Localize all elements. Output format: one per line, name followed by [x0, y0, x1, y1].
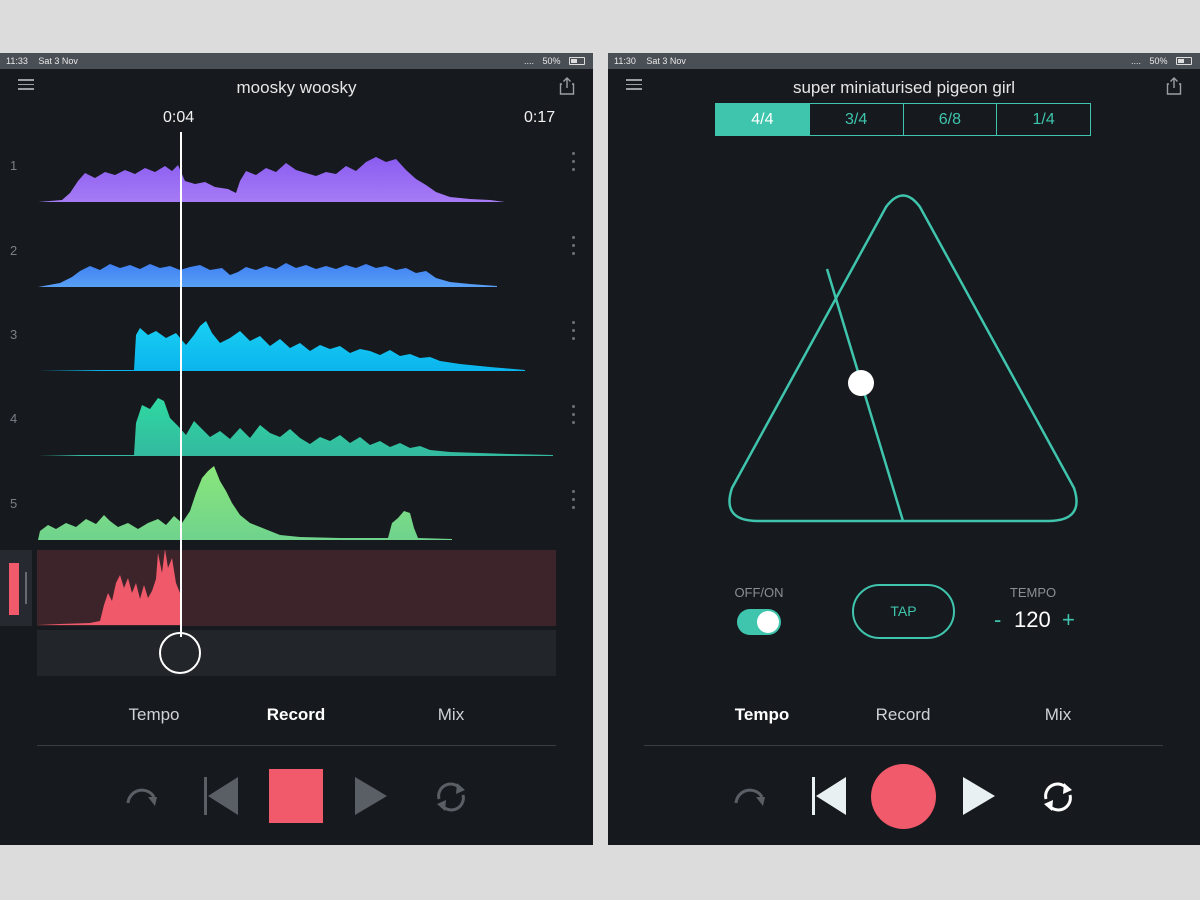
input-level-tab[interactable] — [0, 550, 32, 626]
tab-divider — [37, 745, 556, 746]
time-signature-selector: 4/4 3/4 6/8 1/4 — [715, 103, 1091, 136]
tab-tempo[interactable]: Tempo — [735, 705, 789, 725]
stop-icon[interactable] — [269, 769, 323, 823]
status-time: 11:30 — [614, 56, 636, 66]
track-4-options-icon[interactable] — [572, 405, 576, 429]
undo-icon[interactable] — [730, 777, 770, 817]
play-icon[interactable] — [961, 775, 997, 817]
tab-divider — [644, 745, 1163, 746]
tab-mix[interactable]: Mix — [438, 705, 464, 725]
input-level-meter — [9, 563, 19, 615]
tempo-increase-button[interactable]: + — [1062, 607, 1075, 633]
time-signature-1-4[interactable]: 1/4 — [997, 104, 1090, 135]
tab-mix[interactable]: Mix — [1045, 705, 1071, 725]
record-icon[interactable] — [871, 764, 936, 829]
skip-back-icon[interactable] — [203, 775, 239, 817]
track-1-options-icon[interactable] — [572, 152, 576, 176]
toggle-thumb — [757, 611, 779, 633]
tempo-decrease-button[interactable]: - — [994, 607, 1001, 633]
signal-indicator: .... — [1130, 56, 1141, 66]
track-2-options-icon[interactable] — [572, 236, 576, 260]
status-bar: 11:30 Sat 3 Nov .... 50% — [608, 53, 1200, 69]
playhead-handle[interactable] — [159, 632, 201, 674]
battery-percent: 50% — [1149, 56, 1168, 66]
song-title: super miniaturised pigeon girl — [792, 78, 1016, 97]
playhead — [180, 132, 182, 637]
skip-back-icon[interactable] — [811, 775, 847, 817]
time-signature-4-4[interactable]: 4/4 — [716, 104, 810, 135]
metronome-graphic — [728, 194, 1078, 523]
status-date: Sat 3 Nov — [646, 56, 686, 66]
tab-tempo[interactable]: Tempo — [128, 705, 179, 725]
track-5-waveform[interactable] — [38, 466, 452, 540]
track-4-waveform[interactable] — [38, 398, 553, 456]
metronome-body — [728, 194, 1078, 523]
record-screen: 11:33 Sat 3 Nov .... 50% moosky woosky 0… — [0, 53, 593, 845]
drag-handle-icon — [25, 572, 27, 604]
tab-record[interactable]: Record — [876, 705, 931, 725]
track-5-options-icon[interactable] — [572, 490, 576, 514]
share-icon[interactable] — [1166, 77, 1182, 95]
tempo-label: TEMPO — [1009, 585, 1057, 600]
toggle-label: OFF/ON — [734, 585, 784, 600]
waveform-area — [38, 157, 553, 625]
loop-icon[interactable] — [1038, 777, 1078, 817]
metronome-toggle[interactable] — [737, 609, 781, 635]
tap-button[interactable]: TAP — [852, 584, 955, 639]
tab-record[interactable]: Record — [267, 705, 326, 725]
play-icon[interactable] — [353, 775, 389, 817]
recording-lane — [37, 550, 556, 626]
track-3-options-icon[interactable] — [572, 321, 576, 345]
time-signature-6-8[interactable]: 6/8 — [904, 104, 998, 135]
undo-icon[interactable] — [122, 777, 162, 817]
time-signature-3-4[interactable]: 3/4 — [810, 104, 904, 135]
loop-icon[interactable] — [431, 777, 471, 817]
scrub-lane[interactable] — [37, 630, 556, 676]
battery-icon — [1176, 57, 1192, 65]
mode-tabs: Tempo Record Mix — [0, 705, 593, 729]
track-3-waveform[interactable] — [38, 321, 525, 371]
mode-tabs: Tempo Record Mix — [608, 705, 1200, 729]
tempo-screen: 11:30 Sat 3 Nov .... 50% super miniaturi… — [608, 53, 1200, 845]
tempo-value: 120 — [1014, 607, 1051, 632]
metronome-weight — [848, 370, 874, 396]
track-1-waveform[interactable] — [38, 157, 505, 202]
track-2-waveform[interactable] — [38, 263, 497, 287]
